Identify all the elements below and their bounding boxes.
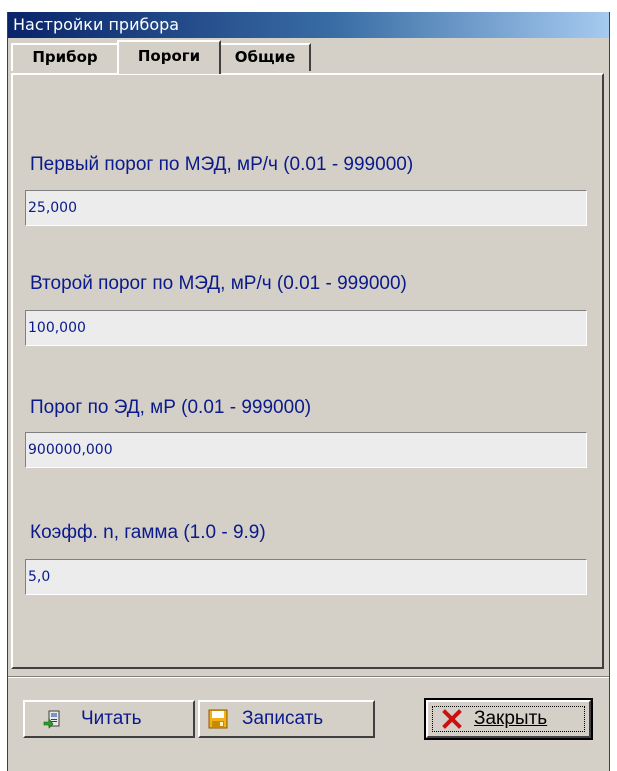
read-button[interactable]: Читать	[23, 700, 195, 738]
footer-divider-highlight	[8, 677, 609, 678]
close-button-label: Закрыть	[474, 708, 548, 729]
read-from-device-icon	[43, 710, 60, 729]
red-x-icon	[442, 709, 462, 729]
settings-window: Настройки прибора Прибор Пороги Общие Пе…	[7, 12, 610, 771]
gamma-coefficient-input[interactable]: 5,0	[25, 559, 587, 595]
close-button[interactable]: Закрыть	[424, 698, 593, 740]
floppy-disk-icon	[208, 709, 228, 729]
dose-threshold-label: Порог по ЭД, мР (0.01 - 999000)	[30, 397, 312, 418]
first-dose-rate-threshold-input[interactable]: 25,000	[25, 190, 587, 226]
title-bar[interactable]: Настройки прибора	[8, 12, 609, 38]
second-dose-rate-threshold-input[interactable]: 100,000	[25, 310, 587, 346]
tab-general-label: Общие	[234, 48, 296, 66]
read-button-label: Читать	[81, 708, 142, 729]
tab-strip: Прибор Пороги Общие	[11, 40, 601, 74]
dose-threshold-input[interactable]: 900000,000	[25, 432, 587, 468]
write-button[interactable]: Записать	[198, 700, 375, 738]
write-button-label: Записать	[242, 708, 324, 729]
tab-thresholds[interactable]: Пороги	[117, 40, 221, 74]
thresholds-panel: Первый порог по МЭД, мР/ч (0.01 - 999000…	[11, 73, 604, 669]
window-title: Настройки прибора	[13, 15, 180, 34]
tab-thresholds-label: Пороги	[137, 47, 201, 65]
tab-general[interactable]: Общие	[219, 43, 311, 71]
second-dose-rate-threshold-label: Второй порог по МЭД, мР/ч (0.01 - 999000…	[30, 273, 407, 294]
tab-device-label: Прибор	[32, 48, 98, 66]
first-dose-rate-threshold-label: Первый порог по МЭД, мР/ч (0.01 - 999000…	[30, 154, 414, 175]
tab-device[interactable]: Прибор	[11, 43, 119, 71]
gamma-coefficient-label: Коэфф. n, гамма (1.0 - 9.9)	[30, 522, 266, 543]
